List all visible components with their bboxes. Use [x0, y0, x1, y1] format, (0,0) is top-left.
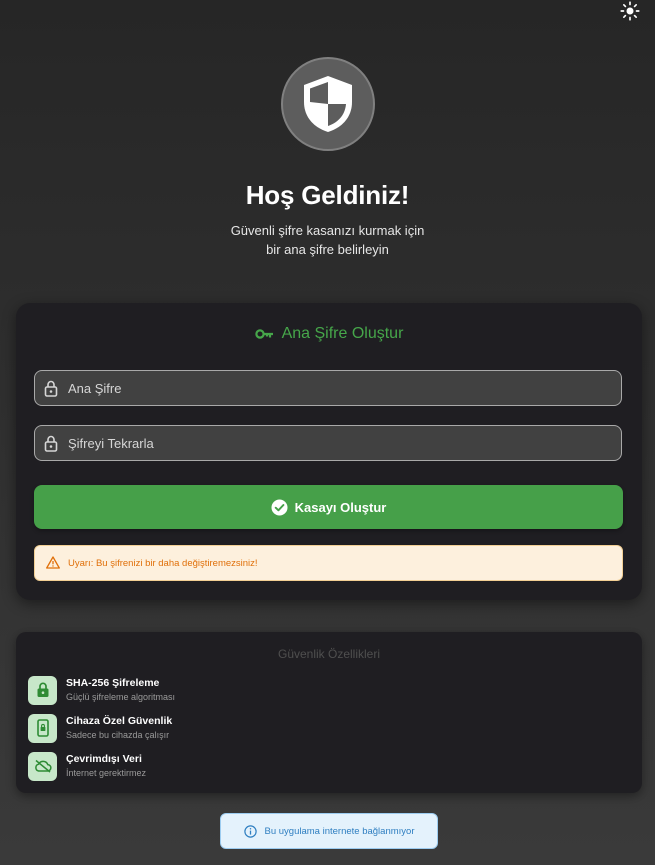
cloud-off-icon: [28, 751, 57, 781]
confirm-password-placeholder: Şifreyi Tekrarla: [68, 435, 154, 451]
master-password-placeholder: Ana Şifre: [68, 380, 122, 396]
master-password-card: Ana Şifre Oluştur Ana Şifre Şifreyi Tekr…: [16, 303, 642, 600]
welcome-subtitle-line: Güvenli şifre kasanızı kurmak için: [230, 223, 425, 238]
welcome-subtitle: Güvenli şifre kasanızı kurmak için bir a…: [0, 221, 655, 259]
feature-description: İnternet gerektirmez: [66, 767, 147, 778]
phone-lock-icon: [28, 713, 57, 743]
master-password-field[interactable]: Ana Şifre: [34, 370, 622, 406]
feature-description: Sadece bu cihazda çalışır: [66, 729, 170, 740]
feature-title: SHA-256 Şifreleme: [66, 676, 160, 689]
feature-description: Güçlü şifreleme algoritması: [66, 691, 176, 702]
offline-notice: Bu uygulama internete bağlanmıyor: [220, 813, 438, 849]
offline-notice-text: Bu uygulama internete bağlanmıyor: [264, 825, 415, 837]
hero-shield-avatar: [281, 57, 375, 151]
theme-toggle-button[interactable]: [619, 0, 641, 22]
key-icon: [254, 329, 273, 339]
check-circle-icon: [271, 499, 288, 515]
warning-banner: Uyarı: Bu şifrenizi bir daha değiştireme…: [34, 545, 623, 581]
info-icon: [243, 824, 257, 838]
feature-item: Cihaza Özel Güvenlik Sadece bu cihazda ç…: [28, 713, 172, 743]
card-title-text: Ana Şifre Oluştur: [281, 325, 404, 342]
welcome-subtitle-line: bir ana şifre belirleyin: [266, 242, 389, 257]
lock-icon: [28, 675, 57, 705]
create-vault-button[interactable]: Kasayı Oluştur: [34, 485, 623, 529]
warning-text: Uyarı: Bu şifrenizi bir daha değiştireme…: [68, 557, 258, 569]
feature-title: Çevrimdışı Veri: [66, 752, 142, 765]
shield-icon: [304, 76, 352, 132]
create-vault-label: Kasayı Oluştur: [294, 499, 387, 515]
card-title: Ana Şifre Oluştur: [16, 325, 642, 343]
features-title: Güvenlik Özellikleri: [277, 647, 381, 661]
feature-item: SHA-256 Şifreleme Güçlü şifreleme algori…: [28, 675, 175, 705]
lock-icon: [43, 434, 59, 452]
feature-title: Cihaza Özel Güvenlik: [66, 714, 173, 727]
lock-icon: [43, 379, 59, 397]
sun-icon: [620, 1, 640, 21]
confirm-password-field[interactable]: Şifreyi Tekrarla: [34, 425, 622, 461]
warning-icon: [46, 556, 60, 570]
feature-item: Çevrimdışı Veri İnternet gerektirmez: [28, 751, 146, 781]
welcome-title: Hoş Geldiniz!: [245, 180, 410, 210]
security-features-card: Güvenlik Özellikleri SHA-256 Şifreleme G…: [16, 632, 642, 793]
